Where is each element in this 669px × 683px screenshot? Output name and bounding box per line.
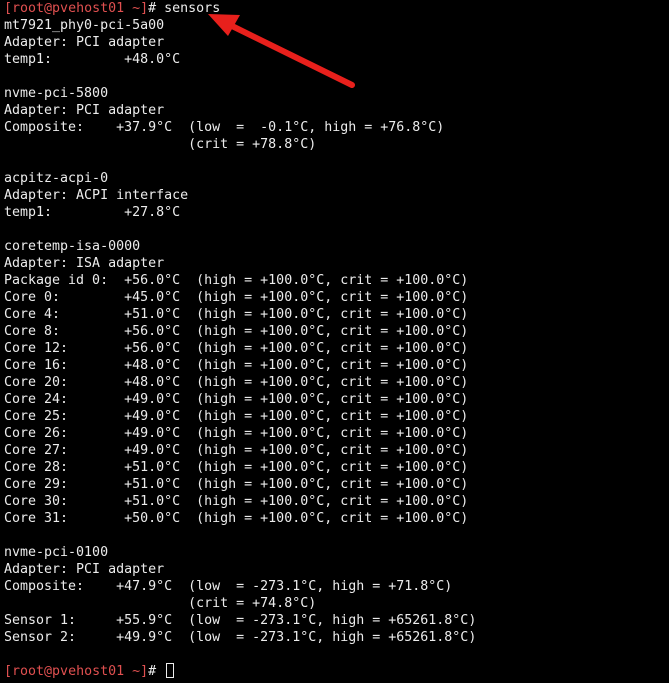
output-line: Core 12: +56.0°C (high = +100.0°C, crit … [4,341,469,356]
output-line: acpitz-acpi-0 [4,171,109,186]
prompt-path: ~ [124,664,141,679]
output-line: Core 30: +51.0°C (high = +100.0°C, crit … [4,494,469,509]
output-line: nvme-pci-5800 [4,86,109,101]
output-line: Core 24: +49.0°C (high = +100.0°C, crit … [4,392,469,407]
command-prompt-line: [root@pvehost01 ~]# sensors [4,0,669,17]
output-line: mt7921_phy0-pci-5a00 [4,18,165,33]
output-line: Core 31: +50.0°C (high = +100.0°C, crit … [4,511,469,526]
output-line: (crit = +74.8°C) [4,596,317,611]
output-line: Core 4: +51.0°C (high = +100.0°C, crit =… [4,307,469,322]
command-text: sensors [164,1,221,16]
active-prompt-line[interactable]: [root@pvehost01 ~]# [4,663,669,680]
output-line: Core 25: +49.0°C (high = +100.0°C, crit … [4,409,469,424]
terminal-window[interactable]: [root@pvehost01 ~]# sensors mt7921_phy0-… [0,0,669,683]
output-line: Composite: +47.9°C (low = -273.1°C, high… [4,579,453,594]
prompt-close-bracket: ] [140,1,149,16]
output-line: Sensor 1: +55.9°C (low = -273.1°C, high … [4,613,477,628]
prompt-host: @pvehost01 [44,664,125,679]
prompt-path: ~ [124,1,141,16]
output-line: Adapter: PCI adapter [4,103,165,118]
prompt-hash: # [148,1,165,16]
prompt-user: root [12,1,45,16]
output-line: Core 0: +45.0°C (high = +100.0°C, crit =… [4,290,469,305]
output-line: Adapter: PCI adapter [4,35,165,50]
output-line: Adapter: ACPI interface [4,188,189,203]
output-line: Core 20: +48.0°C (high = +100.0°C, crit … [4,375,469,390]
output-line: Sensor 2: +49.9°C (low = -273.1°C, high … [4,630,477,645]
output-line: Core 29: +51.0°C (high = +100.0°C, crit … [4,477,469,492]
prompt-host: @pvehost01 [44,1,125,16]
output-line: Core 26: +49.0°C (high = +100.0°C, crit … [4,426,469,441]
prompt-open-bracket: [ [4,1,13,16]
output-line: Core 27: +49.0°C (high = +100.0°C, crit … [4,443,469,458]
output-line: Package id 0: +56.0°C (high = +100.0°C, … [4,273,469,288]
output-line: temp1: +48.0°C [4,52,181,67]
prompt-hash: # [148,664,165,679]
output-line: Core 16: +48.0°C (high = +100.0°C, crit … [4,358,469,373]
output-line: Core 28: +51.0°C (high = +100.0°C, crit … [4,460,469,475]
output-line: (crit = +78.8°C) [4,137,317,152]
output-line: Adapter: PCI adapter [4,562,165,577]
output-line: Composite: +37.9°C (low = -0.1°C, high =… [4,120,445,135]
block-cursor-icon[interactable] [166,663,175,678]
prompt-open-bracket: [ [4,664,13,679]
output-line: nvme-pci-0100 [4,545,109,560]
prompt-close-bracket: ] [140,664,149,679]
command-output: mt7921_phy0-pci-5a00 Adapter: PCI adapter… [4,17,669,663]
output-line: Adapter: ISA adapter [4,256,165,271]
output-line: coretemp-isa-0000 [4,239,141,254]
output-line: Core 8: +56.0°C (high = +100.0°C, crit =… [4,324,469,339]
output-line: temp1: +27.8°C [4,205,181,220]
prompt-user: root [12,664,45,679]
